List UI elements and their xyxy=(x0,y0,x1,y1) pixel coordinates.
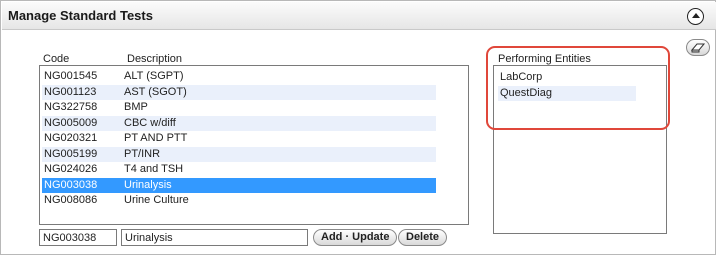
test-row[interactable]: NG024026 T4 and TSH xyxy=(42,162,436,177)
delete-button[interactable]: Delete xyxy=(398,229,448,246)
entity-row[interactable]: LabCorp xyxy=(498,70,636,85)
panel-header: Manage Standard Tests xyxy=(2,2,716,30)
test-code: NG024026 xyxy=(44,163,98,175)
tests-listbox[interactable]: NG001545 ALT (SGPT) NG001123 AST (SGOT) NG32… xyxy=(39,65,469,225)
performing-entities-header: Performing Entities xyxy=(498,53,591,65)
panel-title: Manage Standard Tests xyxy=(8,8,153,23)
code-column-header: Code xyxy=(43,53,70,65)
test-description: Urine Culture xyxy=(124,194,189,206)
test-row[interactable]: NG005199 PT/INR xyxy=(42,146,436,162)
test-description: BMP xyxy=(124,101,148,113)
test-description: Urinalysis xyxy=(124,178,172,191)
performing-entities-listbox[interactable]: LabCorp QuestDiag xyxy=(493,65,667,234)
test-row[interactable]: NG001545 ALT (SGPT) xyxy=(42,69,436,84)
test-code: NG001545 xyxy=(44,70,98,82)
test-code: NG020321 xyxy=(44,132,98,144)
manage-standard-tests-panel: Manage Standard Tests Code Description N… xyxy=(0,0,716,255)
eraser-icon xyxy=(691,43,705,52)
test-code: NG001123 xyxy=(44,85,97,98)
test-row[interactable]: NG003038 Urinalysis xyxy=(42,177,436,193)
collapse-up-icon xyxy=(691,13,700,18)
test-row[interactable]: NG322758 BMP xyxy=(42,100,436,115)
test-description: AST (SGOT) xyxy=(124,85,187,98)
test-row[interactable]: NG020321 PT AND PTT xyxy=(42,131,436,146)
description-input[interactable] xyxy=(121,229,308,246)
test-description: PT/INR xyxy=(124,147,161,160)
collapse-button[interactable] xyxy=(687,8,704,25)
entity-row[interactable]: QuestDiag xyxy=(498,86,636,101)
test-code: NG003038 xyxy=(44,178,98,191)
test-description: CBC w/diff xyxy=(124,116,176,129)
description-column-header: Description xyxy=(127,53,183,65)
clear-button[interactable] xyxy=(686,39,710,56)
test-code: NG008086 xyxy=(44,194,98,206)
code-input[interactable] xyxy=(39,229,117,246)
test-description: ALT (SGPT) xyxy=(124,70,184,82)
test-row[interactable]: NG005009 CBC w/diff xyxy=(42,115,436,131)
test-row[interactable]: NG001123 AST (SGOT) xyxy=(42,84,436,100)
add-update-button[interactable]: Add · Update xyxy=(313,229,398,246)
test-code: NG005199 xyxy=(44,147,98,160)
test-description: T4 and TSH xyxy=(124,163,184,175)
test-row[interactable]: NG008086 Urine Culture xyxy=(42,193,436,208)
test-code: NG005009 xyxy=(44,116,98,129)
test-code: NG322758 xyxy=(44,101,98,113)
test-description: PT AND PTT xyxy=(124,132,188,144)
